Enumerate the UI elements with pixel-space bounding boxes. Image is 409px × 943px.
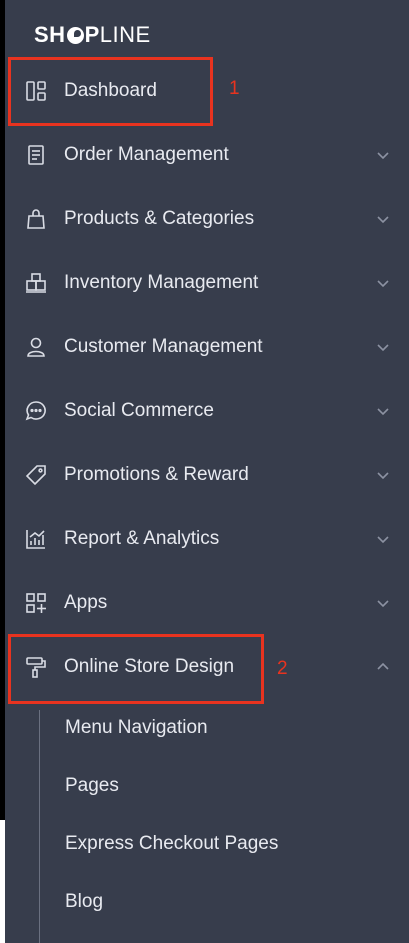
tag-icon [24, 463, 48, 487]
submenu-item-menu-navigation[interactable]: Menu Navigation [65, 708, 208, 748]
chat-icon [24, 399, 48, 423]
sidebar-item-promotions-reward[interactable]: Promotions & Reward [5, 443, 409, 507]
chevron-down-icon[interactable] [375, 467, 391, 483]
sidebar-item-label: Report & Analytics [64, 528, 220, 549]
submenu-guide-line [39, 710, 40, 943]
sidebar-item-label: Order Management [64, 144, 229, 165]
chevron-down-icon[interactable] [375, 339, 391, 355]
sidebar-item-label: Inventory Management [64, 272, 259, 293]
submenu-item-express-checkout-pages[interactable]: Express Checkout Pages [65, 824, 278, 864]
annotation-number-2: 2 [277, 658, 288, 679]
sidebar-item-label: Customer Management [64, 336, 263, 357]
chevron-down-icon[interactable] [375, 531, 391, 547]
logo-text-p: P [84, 22, 100, 47]
sidebar-item-label: Products & Categories [64, 208, 255, 229]
logo-o-mark-icon [66, 26, 84, 44]
logo-text-line: LINE [99, 22, 151, 47]
sidebar-item-customer-management[interactable]: Customer Management [5, 315, 409, 379]
screenshot-frame: SH P LINE Dashboard Order Management Pro… [0, 0, 409, 943]
sidebar: SH P LINE Dashboard Order Management Pro… [5, 0, 409, 943]
sidebar-item-label: Promotions & Reward [64, 464, 249, 485]
sidebar-item-label: Social Commerce [64, 400, 214, 421]
logo-text-sh: SH [34, 22, 66, 47]
submenu-item-pages[interactable]: Pages [65, 766, 119, 806]
order-icon [24, 143, 48, 167]
user-icon [24, 335, 48, 359]
chevron-down-icon[interactable] [375, 211, 391, 227]
bag-icon [24, 207, 48, 231]
inventory-icon [24, 271, 48, 295]
sidebar-item-order-management[interactable]: Order Management [5, 123, 409, 187]
sidebar-item-social-commerce[interactable]: Social Commerce [5, 379, 409, 443]
annotation-number-1: 1 [229, 78, 240, 99]
chevron-up-icon[interactable] [375, 659, 391, 675]
chart-icon [24, 527, 48, 551]
sidebar-item-report-analytics[interactable]: Report & Analytics [5, 507, 409, 571]
sidebar-item-label: Apps [64, 592, 108, 613]
chevron-down-icon[interactable] [375, 275, 391, 291]
submenu-item-blog[interactable]: Blog [65, 882, 103, 922]
shopline-logo[interactable]: SH P LINE [34, 20, 151, 50]
sidebar-item-inventory-management[interactable]: Inventory Management [5, 251, 409, 315]
annotation-box-2 [8, 634, 264, 704]
sidebar-item-apps[interactable]: Apps [5, 571, 409, 635]
chevron-down-icon[interactable] [375, 403, 391, 419]
apps-icon [24, 591, 48, 615]
annotation-box-1 [8, 57, 213, 126]
chevron-down-icon[interactable] [375, 147, 391, 163]
sidebar-item-products-categories[interactable]: Products & Categories [5, 187, 409, 251]
chevron-down-icon[interactable] [375, 595, 391, 611]
